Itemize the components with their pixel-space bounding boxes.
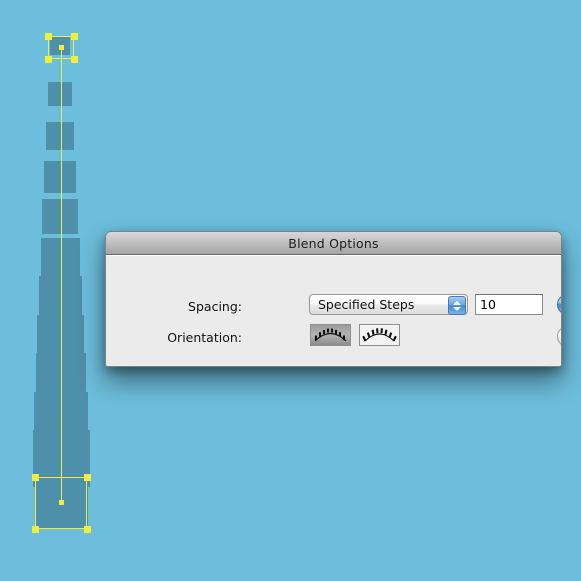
selection-handle[interactable] — [45, 56, 52, 63]
spacing-select[interactable]: Specified Steps — [309, 294, 468, 315]
dialog-titlebar[interactable]: Blend Options — [106, 232, 561, 255]
align-to-page-icon[interactable] — [310, 324, 351, 346]
steps-input[interactable]: 10 — [475, 294, 543, 315]
anchor-point[interactable] — [59, 500, 64, 505]
arrow-down-icon — [453, 306, 461, 311]
anchor-point[interactable] — [59, 45, 64, 50]
blend-shape[interactable] — [42, 199, 78, 234]
selection-handle[interactable] — [45, 33, 52, 40]
blend-shape[interactable] — [48, 82, 72, 106]
selection-handle[interactable] — [32, 474, 39, 481]
arrow-up-icon — [453, 300, 461, 305]
align-to-path-icon[interactable] — [359, 324, 400, 346]
ok-button[interactable]: OK — [557, 294, 561, 315]
spacing-label: Spacing: — [188, 299, 242, 314]
selection-handle[interactable] — [71, 33, 78, 40]
blend-options-dialog: Blend Options Spacing: Orientation: Spec… — [105, 231, 562, 367]
selection-handle[interactable] — [84, 474, 91, 481]
selection-handle[interactable] — [71, 56, 78, 63]
align-to-path-glyph — [362, 327, 397, 341]
blend-shape[interactable] — [46, 122, 74, 150]
blend-shape[interactable] — [44, 161, 76, 193]
dialog-title: Blend Options — [288, 235, 379, 251]
orientation-label: Orientation: — [167, 330, 242, 345]
up-down-arrows-icon[interactable] — [448, 296, 466, 315]
align-to-page-glyph — [314, 328, 347, 341]
spacing-select-value: Specified Steps — [318, 297, 415, 312]
cancel-button[interactable]: Cancel — [557, 326, 561, 347]
steps-input-value: 10 — [480, 297, 496, 312]
blend-spine-path[interactable] — [61, 46, 62, 503]
selection-handle[interactable] — [32, 526, 39, 533]
dialog-body: Spacing: Orientation: Specified Steps 10 — [106, 255, 561, 366]
selection-handle[interactable] — [84, 526, 91, 533]
